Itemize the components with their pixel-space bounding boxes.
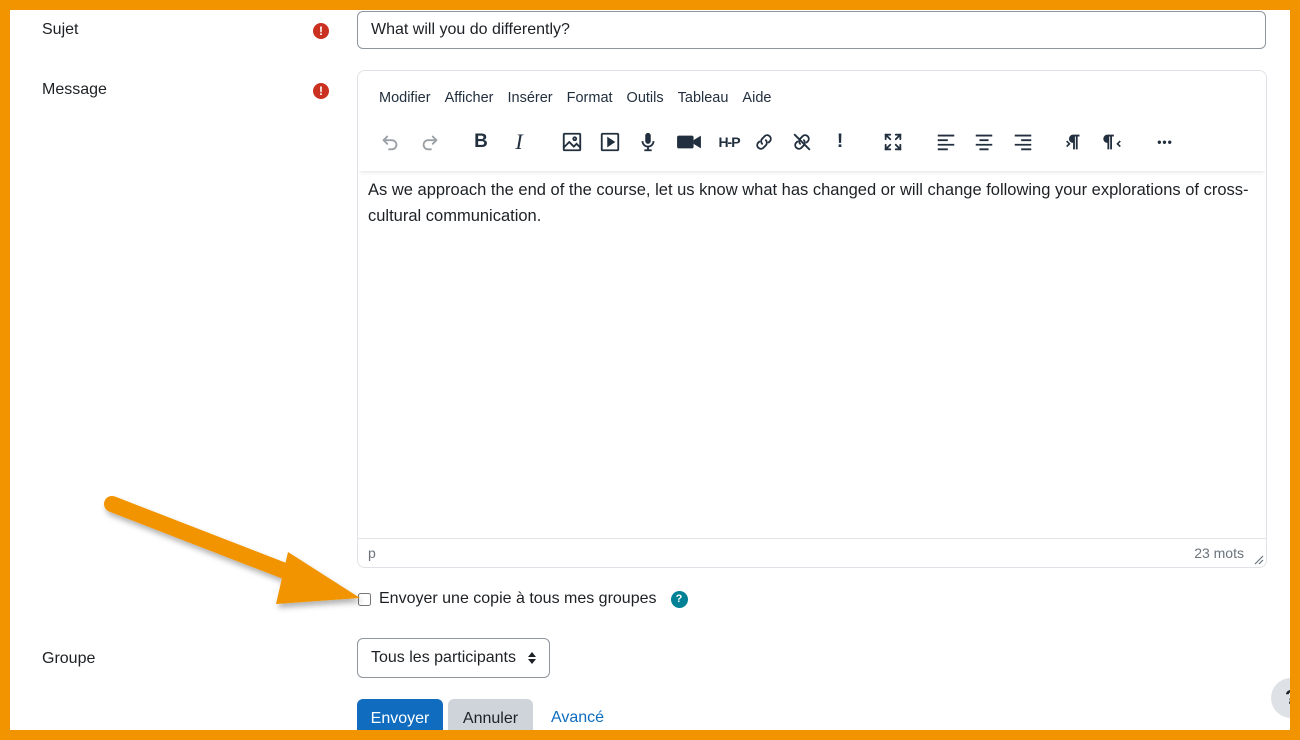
- accessibility-checker-button[interactable]: !: [824, 127, 856, 157]
- image-icon[interactable]: [556, 127, 588, 157]
- editor-menubar: Modifier Afficher Insérer Format Outils …: [372, 88, 778, 108]
- element-path[interactable]: p: [368, 545, 376, 561]
- bold-button[interactable]: B: [465, 127, 497, 157]
- menu-outils[interactable]: Outils: [620, 88, 671, 108]
- video-camera-icon[interactable]: [670, 127, 708, 157]
- media-icon[interactable]: [594, 127, 626, 157]
- editor-header: Modifier Afficher Insérer Format Outils …: [358, 71, 1266, 171]
- unlink-icon[interactable]: [786, 127, 818, 157]
- menu-format[interactable]: Format: [560, 88, 620, 108]
- floating-help-button[interactable]: ?: [1271, 678, 1290, 718]
- editor-statusbar: p 23 mots: [358, 538, 1266, 567]
- align-right-icon[interactable]: [1007, 127, 1039, 157]
- more-options-button[interactable]: •••: [1149, 127, 1181, 157]
- italic-button[interactable]: I: [503, 127, 535, 157]
- rtl-icon[interactable]: [1096, 127, 1128, 157]
- required-icon: !: [313, 23, 329, 39]
- menu-aide[interactable]: Aide: [735, 88, 778, 108]
- redo-icon[interactable]: [414, 127, 446, 157]
- group-label: Groupe: [42, 650, 96, 667]
- menu-modifier[interactable]: Modifier: [372, 88, 438, 108]
- help-icon[interactable]: ?: [670, 590, 688, 608]
- required-icon: !: [313, 83, 329, 99]
- word-count[interactable]: 23 mots: [1194, 545, 1244, 561]
- undo-icon[interactable]: [374, 127, 406, 157]
- copy-option-row: Envoyer une copie à tous mes groupes ?: [358, 590, 688, 608]
- cancel-button[interactable]: Annuler: [448, 699, 533, 730]
- menu-tableau[interactable]: Tableau: [671, 88, 736, 108]
- ltr-icon[interactable]: [1058, 127, 1090, 157]
- annotation-arrow-icon: [104, 496, 360, 604]
- subject-input[interactable]: [357, 11, 1266, 49]
- submit-button[interactable]: Envoyer: [357, 699, 443, 730]
- subject-label: Sujet: [42, 21, 79, 38]
- group-select-value: Tous les participants: [371, 649, 516, 666]
- select-caret-icon: [528, 652, 536, 664]
- align-center-icon[interactable]: [968, 127, 1000, 157]
- menu-inserer[interactable]: Insérer: [500, 88, 559, 108]
- fullscreen-icon[interactable]: [877, 127, 909, 157]
- rich-text-editor: Modifier Afficher Insérer Format Outils …: [357, 70, 1267, 568]
- message-label: Message: [42, 81, 107, 98]
- advanced-link[interactable]: Avancé: [551, 709, 604, 727]
- copy-to-groups-label[interactable]: Envoyer une copie à tous mes groupes: [379, 590, 657, 608]
- h5p-button[interactable]: H-P: [709, 127, 749, 157]
- editor-content[interactable]: As we approach the end of the course, le…: [368, 177, 1256, 229]
- resize-handle-icon[interactable]: [1252, 553, 1264, 565]
- page-frame: Sujet ! Message ! Modifier Afficher Insé…: [10, 10, 1290, 730]
- menu-afficher[interactable]: Afficher: [438, 88, 501, 108]
- align-left-icon[interactable]: [930, 127, 962, 157]
- group-select[interactable]: Tous les participants: [357, 638, 550, 678]
- link-icon[interactable]: [748, 127, 780, 157]
- microphone-icon[interactable]: [632, 127, 664, 157]
